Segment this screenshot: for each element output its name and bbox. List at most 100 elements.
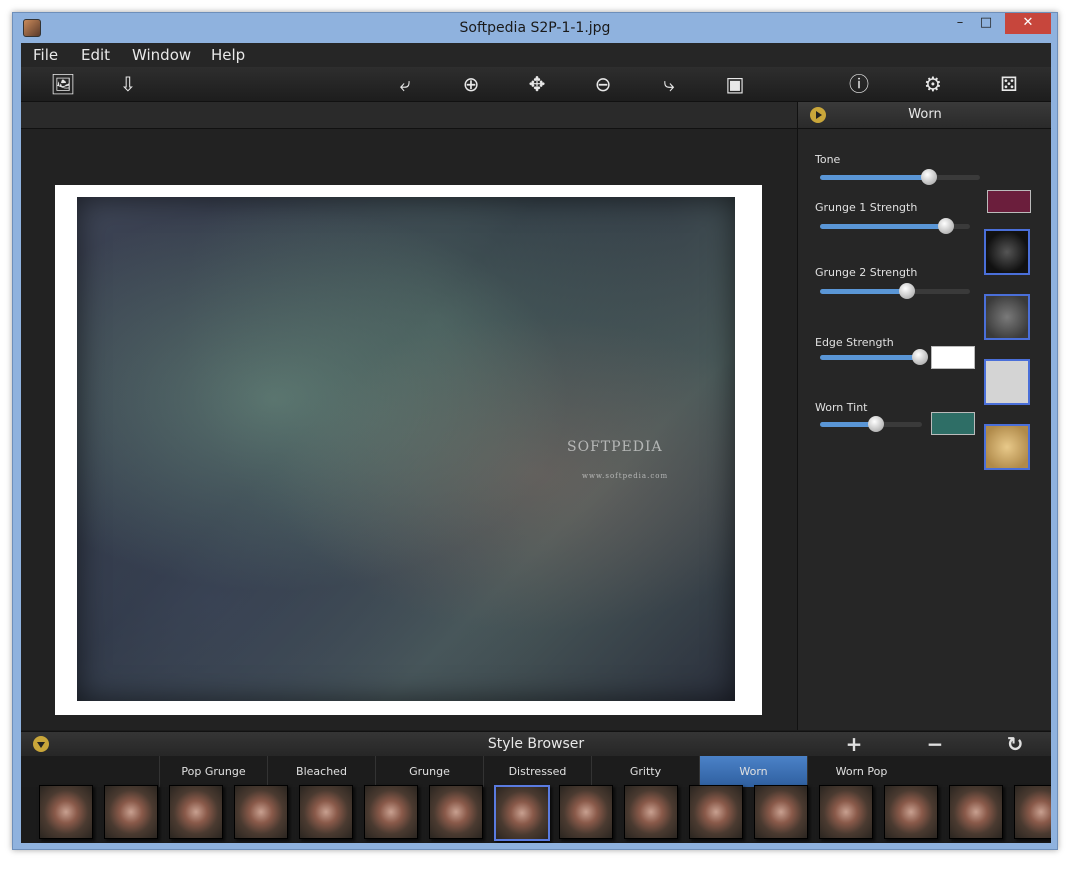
edge-strength-slider-knob[interactable]: [911, 349, 928, 365]
style-preset-thumbnail[interactable]: Worn 06: [360, 785, 420, 843]
tab-gritty[interactable]: Gritty: [591, 756, 699, 787]
grunge2-slider-knob[interactable]: [899, 283, 915, 299]
preset-label: Worn 07: [425, 842, 485, 843]
pan-icon[interactable]: ✥: [523, 71, 551, 97]
grunge1-label: Grunge 1 Strength: [815, 201, 918, 214]
preset-label: Worn 13: [815, 842, 875, 843]
style-preset-thumbnail[interactable]: Worn 12: [750, 785, 810, 843]
app-window: Softpedia S2P-1-1.jpg – □ ✕ File Edit Wi…: [12, 12, 1058, 850]
preset-label: Worn 1: [1010, 842, 1051, 843]
random-dice-icon[interactable]: ⚄: [995, 71, 1023, 97]
style-settings-panel: Worn Tone Grunge 1 Strength Grunge 2 Str…: [797, 102, 1051, 730]
panel-title: Worn: [908, 107, 942, 122]
toolbar: 🖼 ⇩ ⤶ ⊕ ✥ ⊖ ⤷ ▣ ⓘ ⚙ ⚄: [21, 67, 1051, 102]
preset-preview-image: [689, 785, 743, 839]
tab-bleached[interactable]: Bleached: [267, 756, 375, 787]
preset-label: Worn 15: [945, 842, 1005, 843]
minimize-button[interactable]: –: [947, 13, 973, 34]
reset-style-button[interactable]: ↻: [1004, 733, 1026, 755]
style-preset-thumbnail[interactable]: Worn 10: [620, 785, 680, 843]
style-preset-thumbnail[interactable]: Worn 01: [35, 785, 95, 843]
title-bar: Softpedia S2P-1-1.jpg – □ ✕: [13, 13, 1057, 43]
tone-color-swatch[interactable]: [987, 190, 1031, 213]
preset-preview-image: [169, 785, 223, 839]
preset-preview-image: [104, 785, 158, 839]
preset-label: Worn 01: [35, 842, 95, 843]
tab-worn[interactable]: Worn: [699, 756, 807, 787]
preset-preview-image: [299, 785, 353, 839]
preset-label: Worn 14: [880, 842, 940, 843]
preset-label: Worn 12: [750, 842, 810, 843]
style-preset-thumbnail[interactable]: Worn 1: [1010, 785, 1051, 843]
menu-window[interactable]: Window: [132, 46, 191, 64]
style-preset-thumbnail[interactable]: Worn 09: [555, 785, 615, 843]
grunge2-slider[interactable]: [820, 283, 970, 299]
preset-label: Worn 09: [555, 842, 615, 843]
add-style-button[interactable]: +: [843, 733, 865, 755]
style-preset-thumbnail[interactable]: Worn 15: [945, 785, 1005, 843]
preset-label: Worn 10: [620, 842, 680, 843]
tab-pop-grunge[interactable]: Pop Grunge: [159, 756, 267, 787]
style-preset-thumbnail[interactable]: Worn 05: [295, 785, 355, 843]
worn-tint-color-swatch[interactable]: [931, 412, 975, 435]
grunge1-slider[interactable]: [820, 218, 970, 234]
tone-slider[interactable]: [820, 169, 980, 185]
tone-slider-knob[interactable]: [920, 169, 937, 185]
style-preset-thumbnail[interactable]: Worn 03: [165, 785, 225, 843]
style-preset-thumbnail[interactable]: Worn 11: [685, 785, 745, 843]
preset-label: Worn 11: [685, 842, 745, 843]
fit-image-icon[interactable]: ▣: [721, 71, 749, 97]
redo-icon[interactable]: ⤷: [655, 71, 683, 97]
tab-distressed[interactable]: Distressed: [483, 756, 591, 787]
style-preset-thumbnail[interactable]: Worn 04: [230, 785, 290, 843]
settings-icon[interactable]: ⚙: [919, 71, 947, 97]
worn-tint-slider[interactable]: [820, 416, 922, 432]
preset-preview-image: [754, 785, 808, 839]
preset-preview-image: [1014, 785, 1051, 839]
style-preset-thumbnail[interactable]: Worn 02: [100, 785, 160, 843]
preset-label: Worn 03: [165, 842, 225, 843]
menu-help[interactable]: Help: [211, 46, 245, 64]
worn-tint-label: Worn Tint: [815, 401, 868, 414]
info-icon[interactable]: ⓘ: [845, 71, 873, 97]
preset-preview-image: [234, 785, 288, 839]
style-preset-thumbnail[interactable]: Worn 08: [490, 785, 550, 843]
edge-color-swatch[interactable]: [931, 346, 975, 369]
style-preset-thumbnail[interactable]: Worn 07: [425, 785, 485, 843]
preset-preview-image: [819, 785, 873, 839]
preset-label: Worn 05: [295, 842, 355, 843]
preset-preview-image: [949, 785, 1003, 839]
grunge2-slider-fill: [820, 289, 907, 294]
tab-worn-pop[interactable]: Worn Pop: [807, 756, 915, 787]
zoom-in-icon[interactable]: ⊕: [457, 71, 485, 97]
menu-file[interactable]: File: [33, 46, 58, 64]
preset-label: Worn 06: [360, 842, 420, 843]
grunge2-label: Grunge 2 Strength: [815, 266, 918, 279]
tab-grunge[interactable]: Grunge: [375, 756, 483, 787]
open-image-icon[interactable]: 🖼: [49, 71, 77, 97]
edge-texture-thumb[interactable]: [984, 359, 1030, 405]
menu-edit[interactable]: Edit: [81, 46, 110, 64]
style-preset-thumbnail[interactable]: Worn 14: [880, 785, 940, 843]
remove-style-button[interactable]: −: [924, 733, 946, 755]
canvas-header-strip: [21, 102, 797, 129]
watermark-url: www.softpedia.com: [582, 472, 669, 480]
menu-bar: File Edit Window Help: [21, 43, 1051, 67]
zoom-out-icon[interactable]: ⊖: [589, 71, 617, 97]
undo-icon[interactable]: ⤶: [391, 71, 419, 97]
grunge1-slider-knob[interactable]: [938, 218, 954, 234]
tone-slider-fill: [820, 175, 929, 180]
tone-label: Tone: [815, 153, 841, 166]
grunge2-texture-thumb[interactable]: [984, 294, 1030, 340]
style-category-tabs: Pop Grunge Bleached Grunge Distressed Gr…: [21, 756, 1051, 787]
grunge1-texture-thumb[interactable]: [984, 229, 1030, 275]
worn-tint-slider-knob[interactable]: [868, 416, 885, 432]
edited-photo[interactable]: SOFTPEDIA www.softpedia.com: [77, 197, 735, 701]
close-button[interactable]: ✕: [1005, 13, 1051, 34]
worn-tint-texture-thumb[interactable]: [984, 424, 1030, 470]
style-preset-thumbnail[interactable]: Worn 13: [815, 785, 875, 843]
save-image-icon[interactable]: ⇩: [114, 71, 142, 97]
edge-strength-slider-fill: [820, 355, 920, 360]
edge-strength-slider[interactable]: [820, 349, 928, 365]
maximize-button[interactable]: □: [973, 13, 999, 34]
